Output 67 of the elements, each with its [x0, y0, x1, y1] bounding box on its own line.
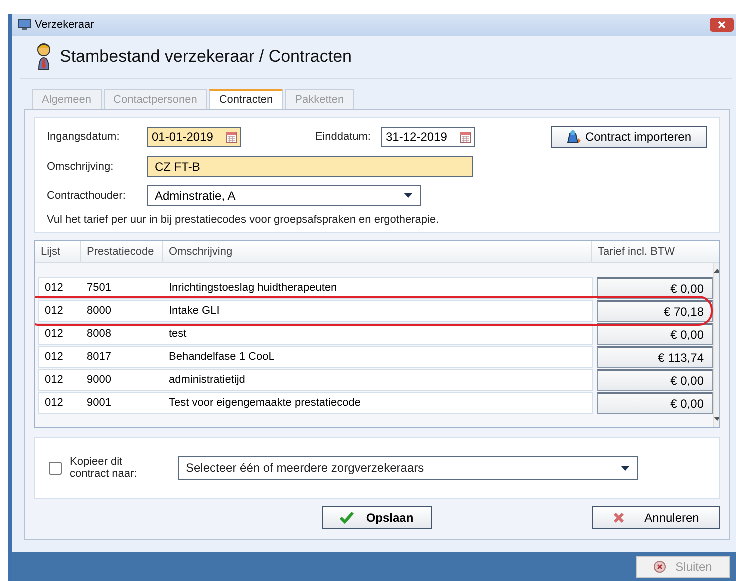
dropdown-caret-icon[interactable]: [621, 466, 630, 470]
rate-field[interactable]: € 70,18: [597, 300, 713, 322]
close-button[interactable]: [710, 18, 734, 32]
close-icon: [654, 560, 666, 572]
scrollbar[interactable]: [713, 263, 719, 427]
table-cell-text: 012: [44, 305, 64, 317]
table-row[interactable]: 012 7501 Inrichtingstoeslag huidtherapeuten: [38, 277, 593, 299]
rate-field[interactable]: € 0,00: [597, 392, 713, 414]
table-row[interactable]: 012 8000 Intake GLI: [38, 300, 593, 322]
table-row[interactable]: 012 8017 Behandelfase 1 CooL: [38, 346, 593, 368]
scroll-down-icon[interactable]: [714, 417, 719, 421]
table-cell-text: Inrichtingstoeslag huidtherapeuten: [168, 282, 338, 294]
scroll-up-icon[interactable]: [714, 269, 719, 273]
table-cell-text: 8008: [86, 328, 112, 340]
hint-text: Vul het tarief per uur in bij prestatiecodes voor groepsafspraken en ergotherapie.: [47, 214, 440, 226]
table-cell-text: 9000: [86, 374, 112, 386]
table-cell-text: 012: [44, 328, 64, 340]
page-title: Stambestand verzekeraar / Contracten: [60, 47, 352, 67]
checkbox-label: Kopieer dit contract naar:: [70, 456, 138, 480]
import-button[interactable]: Contract importeren: [551, 126, 707, 148]
date-field[interactable]: 31-12-2019: [381, 127, 475, 147]
monitor-icon: [18, 19, 31, 31]
table-cell-text: 012: [44, 351, 64, 363]
table-cell-text: test: [168, 328, 188, 340]
table-cell-text: Test voor eigengemaakte prestatiecode: [168, 397, 362, 409]
save-button[interactable]: Opslaan: [322, 506, 432, 529]
field-label: Ingangsdatum:: [47, 131, 121, 143]
table-cell-text: administratietijd: [168, 374, 246, 386]
field-label: Einddatum:: [315, 131, 371, 143]
table-cell-text: 9001: [86, 397, 112, 409]
rate-field[interactable]: € 113,74: [597, 346, 713, 368]
calendar-icon[interactable]: [460, 132, 471, 142]
rate-field[interactable]: € 0,00: [597, 323, 713, 345]
rate-field[interactable]: € 0,00: [597, 369, 713, 391]
table-cell-text: Behandelfase 1 CooL: [168, 351, 276, 363]
tab[interactable]: Contracten: [209, 89, 284, 109]
insurer-dropdown[interactable]: Selecteer één of meerdere zorgverzekeraars: [178, 456, 638, 480]
description-field[interactable]: CZ FT-B: [147, 156, 473, 177]
window-title: Verzekeraar: [35, 19, 94, 31]
holder-dropdown[interactable]: Adminstratie, A: [147, 185, 421, 206]
close-icon: [718, 21, 726, 29]
close-icon: [612, 512, 625, 524]
cancel-button[interactable]: Annuleren: [592, 506, 720, 529]
table-row[interactable]: 012 9001 Test voor eigengemaakte prestatiecode: [38, 392, 593, 414]
checkmark-icon: [340, 512, 354, 524]
column-header[interactable]: Tarief incl. BTW: [591, 241, 719, 262]
column-header[interactable]: Omschrijving: [162, 241, 591, 262]
rate-field[interactable]: € 0,00: [597, 277, 713, 299]
table-row[interactable]: 012 9000 administratietijd: [38, 369, 593, 391]
checkbox[interactable]: [49, 462, 62, 474]
table-cell-text: 7501: [86, 282, 112, 294]
field-label: Omschrijving:: [47, 160, 115, 172]
field-label: Contracthouder:: [47, 190, 127, 202]
table-cell-text: 012: [44, 397, 64, 409]
import-icon: [566, 130, 582, 144]
calendar-icon[interactable]: [226, 132, 237, 142]
person-icon: [36, 42, 52, 72]
dropdown-caret-icon[interactable]: [404, 193, 413, 198]
column-header[interactable]: Lijst: [35, 241, 80, 262]
table-cell-text: 012: [44, 374, 64, 386]
table-cell-text: Intake GLI: [168, 305, 221, 317]
column-header[interactable]: Prestatiecode: [80, 241, 162, 262]
date-field[interactable]: 01-01-2019: [147, 127, 241, 147]
table-row[interactable]: 012 8008 test: [38, 323, 593, 345]
table-cell-text: 8000: [86, 305, 112, 317]
table-cell-text: 8017: [86, 351, 112, 363]
table-cell-text: 012: [44, 282, 64, 294]
